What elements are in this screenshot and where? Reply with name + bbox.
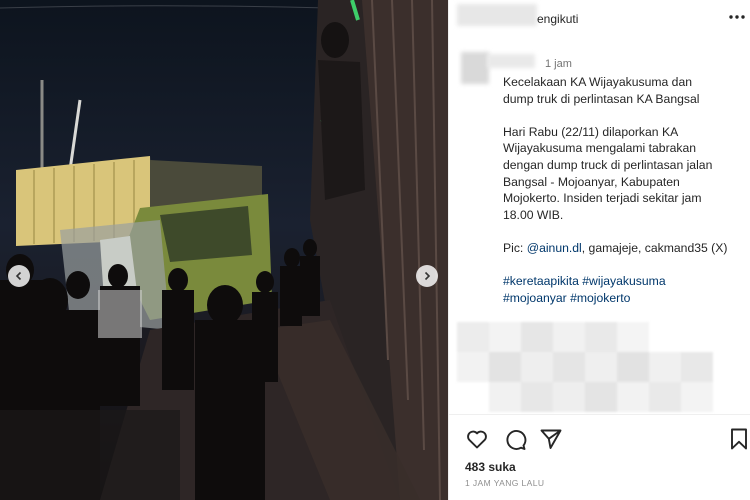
blurred-author bbox=[487, 54, 535, 68]
blurred-avatar bbox=[461, 52, 489, 84]
chevron-right-icon bbox=[424, 271, 431, 281]
previous-photo-button[interactable] bbox=[8, 265, 30, 287]
caption-line: Wijayakusuma mengalami tabrakan bbox=[503, 141, 697, 156]
caption-line: dengan dump truck di perlintasan jalan bbox=[503, 157, 713, 172]
post-sidebar: engikuti 1 jam Kecelakaan KA Wijayakusum… bbox=[448, 0, 750, 500]
accident-scene-image bbox=[0, 0, 448, 500]
credit-rest: , gamajeje, cakmand35 (X) bbox=[581, 240, 728, 255]
credit-prefix: Pic: bbox=[503, 240, 527, 255]
hashtag-link[interactable]: #mojoanyar bbox=[503, 291, 567, 305]
hashtag-line: #keretaapikita #wijayakusuma bbox=[503, 273, 743, 290]
blurred-username bbox=[457, 4, 537, 26]
next-photo-button[interactable] bbox=[416, 265, 438, 287]
caption-line: Mojokerto. Insiden terjadi sekitar jam bbox=[503, 191, 702, 206]
hashtag-link[interactable]: #wijayakusuma bbox=[582, 274, 665, 288]
hashtag-line: #mojoanyar #mojokerto bbox=[503, 290, 743, 307]
post-actions: 483 suka 1 JAM YANG LALU bbox=[449, 414, 750, 500]
more-horizontal-icon[interactable] bbox=[728, 10, 746, 24]
comment-icon[interactable] bbox=[503, 427, 527, 451]
post-timestamp: 1 JAM YANG LALU bbox=[465, 478, 545, 488]
caption-line: Kecelakaan KA Wijayakusuma dan bbox=[503, 75, 693, 89]
blurred-comments bbox=[457, 322, 719, 414]
post-time: 1 jam bbox=[545, 58, 572, 70]
heart-icon[interactable] bbox=[465, 427, 489, 451]
credit-mention-link[interactable]: @ainun.dl bbox=[527, 241, 582, 255]
caption-line: Hari Rabu (22/11) dilaporkan KA bbox=[503, 124, 679, 139]
like-count[interactable]: 483 suka bbox=[465, 460, 516, 474]
bookmark-icon[interactable] bbox=[727, 427, 750, 451]
caption-line: 18.00 WIB. bbox=[503, 207, 564, 222]
caption-line: dump truk di perlintasan KA Bangsal bbox=[503, 91, 700, 106]
photo-credit: Pic: @ainun.dl, gamajeje, cakmand35 (X) bbox=[503, 240, 743, 257]
post-caption: Kecelakaan KA Wijayakusuma dan dump truk… bbox=[503, 74, 743, 306]
caption-line: Bangsal - Mojoanyar, Kabupaten bbox=[503, 174, 680, 189]
post-photo[interactable] bbox=[0, 0, 448, 500]
send-icon[interactable] bbox=[539, 427, 563, 451]
hashtag-link[interactable]: #mojokerto bbox=[570, 291, 630, 305]
chevron-left-icon bbox=[15, 271, 22, 281]
hashtag-link[interactable]: #keretaapikita bbox=[503, 274, 579, 288]
follow-status[interactable]: engikuti bbox=[537, 12, 578, 26]
post-header: engikuti bbox=[449, 0, 750, 44]
